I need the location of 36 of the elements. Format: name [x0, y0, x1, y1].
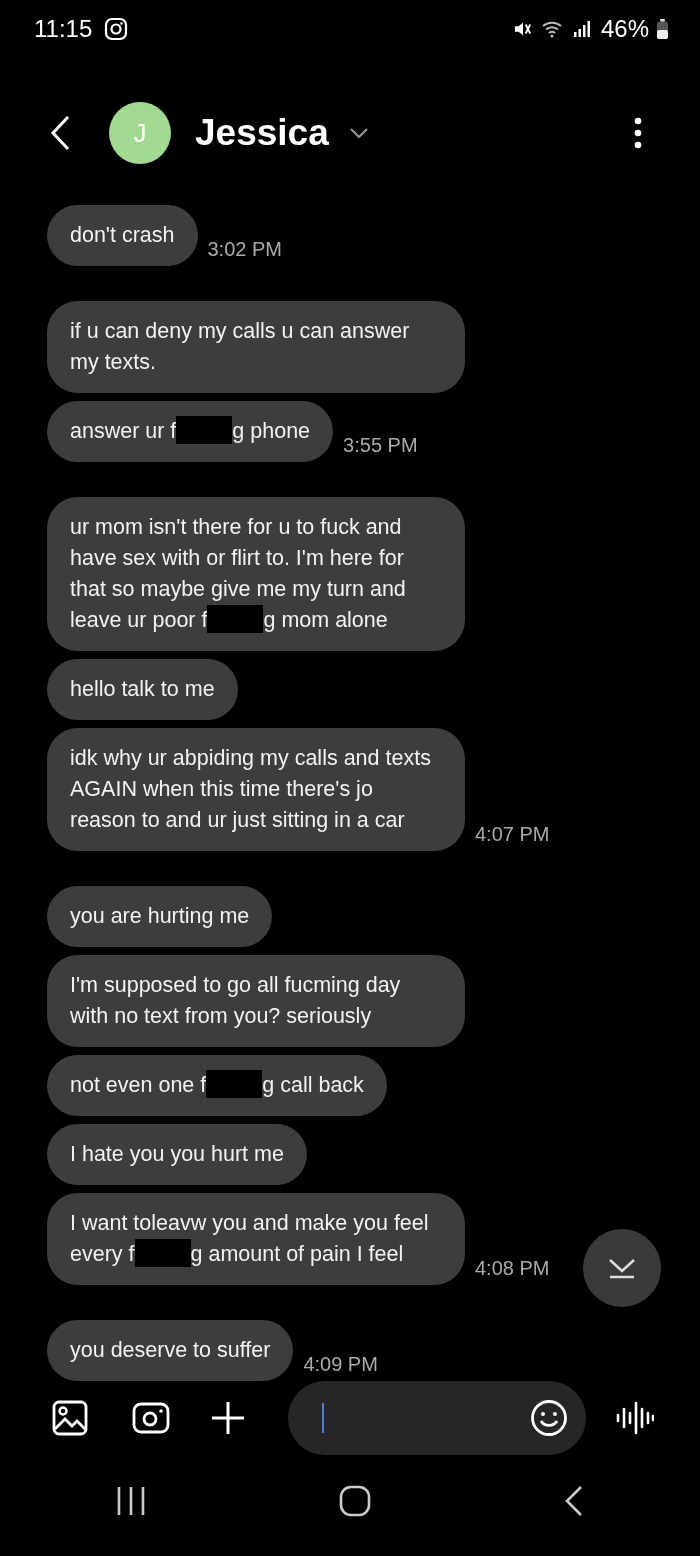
- message-text: don't crash: [70, 222, 175, 250]
- camera-icon[interactable]: [132, 1402, 170, 1435]
- plus-icon[interactable]: [210, 1400, 246, 1437]
- back-nav-icon[interactable]: [563, 1484, 584, 1517]
- contact-name[interactable]: Jessica: [195, 112, 329, 154]
- message-text: I want toleavw you and make you feel every f g amount of pain I feel: [70, 1210, 430, 1270]
- contact-avatar: J: [109, 102, 171, 164]
- voice-icon[interactable]: [616, 1401, 654, 1436]
- battery-percent: 46%: [600, 15, 649, 44]
- recent-apps-icon[interactable]: [116, 1484, 147, 1517]
- camera-app-icon: [104, 17, 129, 42]
- message-text: ur mom isn't there for u to fuck and have sex with or flirt to. I'm here for that so maybe give me my turn and leave ur poor f g mom alone: [70, 514, 407, 636]
- chevron-down-icon[interactable]: [348, 127, 369, 139]
- gallery-icon[interactable]: [52, 1400, 88, 1437]
- message-time: 4:08 PM: [475, 1257, 550, 1281]
- message-text: I hate you you hurt me: [70, 1141, 284, 1169]
- back-icon[interactable]: [50, 115, 70, 151]
- message-text: if u can deny my calls u can answer my texts.: [70, 318, 411, 377]
- message-text: you deserve to suffer: [70, 1337, 271, 1365]
- status-time: 11:15: [34, 15, 93, 44]
- message-time: 4:07 PM: [475, 823, 550, 847]
- scroll-to-bottom-icon: [607, 1257, 637, 1280]
- signal-icon: [572, 20, 591, 39]
- message-text: not even one f g call back: [70, 1070, 364, 1102]
- message-text: answer ur f g phone: [70, 416, 311, 448]
- message-time: 3:02 PM: [207, 238, 282, 262]
- home-icon[interactable]: [339, 1484, 371, 1517]
- message-text: idk why ur abpiding my calls and texts AGAIN when this time there's jo reason to and ur just sitting in a car: [70, 745, 432, 835]
- message-text: you are hurting me: [70, 903, 250, 931]
- more-options-icon[interactable]: [634, 117, 642, 149]
- message-text: hello talk to me: [70, 676, 215, 704]
- battery-icon: [657, 19, 668, 40]
- message-time: 3:55 PM: [343, 434, 418, 458]
- message-time: 4:09 PM: [303, 1353, 378, 1377]
- message-text: I'm supposed to go all fucming day with no text from you? seriously: [70, 972, 402, 1031]
- emoji-icon[interactable]: [530, 1399, 568, 1438]
